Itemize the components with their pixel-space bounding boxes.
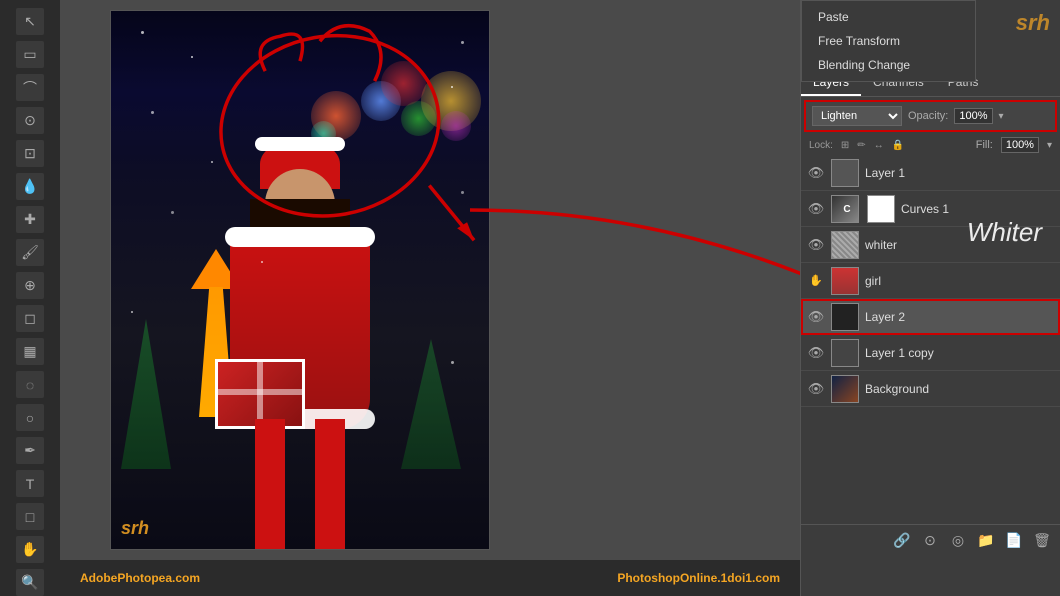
layer-name-layer1copy: Layer 1 copy	[865, 346, 1054, 360]
move-tool[interactable]: ↖	[16, 8, 44, 35]
new-layer-icon[interactable]: 📄	[1004, 531, 1024, 551]
fill-value[interactable]: 100%	[1001, 137, 1039, 153]
new-group-icon[interactable]: 📁	[976, 531, 996, 551]
right-panel: Paste Free Transform Blending Change Lay…	[800, 0, 1060, 596]
layers-panel: Layers Channels Paths Lighten Normal Mul…	[801, 68, 1060, 556]
lock-transparent-icon[interactable]: ⊞	[841, 140, 849, 151]
text-tool[interactable]: T	[16, 470, 44, 497]
dodge-tool[interactable]: ○	[16, 404, 44, 431]
layer-mask-icon[interactable]: ◎	[948, 531, 968, 551]
layer-eye-layer1[interactable]: 👁	[807, 164, 825, 182]
layer-thumb-layer1copy	[831, 339, 859, 367]
watermark-logo: srh	[121, 518, 149, 539]
pen-tool[interactable]: ✒	[16, 437, 44, 464]
canvas-image[interactable]: srh	[110, 10, 490, 550]
layer-name-background: Background	[865, 382, 1054, 396]
layer-thumb-whiter	[831, 231, 859, 259]
link-layers-icon[interactable]: 🔗	[892, 531, 912, 551]
site-label-left: AdobePhotopea.com	[80, 571, 200, 585]
marquee-tool[interactable]: ▭	[16, 41, 44, 68]
fill-dropdown-arrow[interactable]: ▾	[1047, 140, 1052, 151]
context-menu-free-transform[interactable]: Free Transform	[802, 29, 975, 53]
layer-name-whiter: whiter	[865, 238, 1054, 252]
eraser-tool[interactable]: ◻	[16, 305, 44, 332]
delete-layer-icon[interactable]: 🗑	[1032, 531, 1052, 551]
layer-name-curves1: Curves 1	[901, 202, 1054, 216]
layer-eye-girl[interactable]: ✋	[807, 272, 825, 290]
lock-all-icon[interactable]: 🔒	[892, 140, 904, 151]
layer-thumb-background	[831, 375, 859, 403]
healing-tool[interactable]: ✚	[16, 206, 44, 233]
layer-eye-curves1[interactable]: 👁	[807, 200, 825, 218]
layer-item-layer2[interactable]: 👁 Layer 2	[801, 299, 1060, 335]
clone-tool[interactable]: ⊕	[16, 272, 44, 299]
context-menu-blending-change[interactable]: Blending Change	[802, 53, 975, 77]
layer-list: 👁 Layer 1 👁 C Curves 1 👁 whiter	[801, 155, 1060, 553]
blend-opacity-row: Lighten Normal Multiply Screen Overlay O…	[808, 104, 1053, 128]
canvas-area: srh	[60, 0, 800, 560]
layer-thumb-layer2	[831, 303, 859, 331]
lock-position-icon[interactable]: ↔	[874, 140, 884, 151]
layer-name-layer1: Layer 1	[865, 166, 1054, 180]
lock-image-icon[interactable]: ✏	[857, 140, 865, 151]
context-menu-paste[interactable]: Paste	[802, 5, 975, 29]
context-menu: Paste Free Transform Blending Change	[801, 0, 976, 82]
layer-style-icon[interactable]: ⊙	[920, 531, 940, 551]
opacity-dropdown-arrow[interactable]: ▾	[999, 111, 1004, 122]
lasso-tool[interactable]: ⌒	[16, 74, 44, 101]
eyedropper-tool[interactable]: 💧	[16, 173, 44, 200]
blend-mode-section: Lighten Normal Multiply Screen Overlay O…	[804, 100, 1057, 132]
layer-item-curves1[interactable]: 👁 C Curves 1	[801, 191, 1060, 227]
bottom-bar: AdobePhotopea.com PhotoshopOnline.1doi1.…	[60, 560, 800, 596]
layer-thumb-curves1-mask	[867, 195, 895, 223]
layer-item-whiter[interactable]: 👁 whiter	[801, 227, 1060, 263]
layer-thumb-curves1: C	[831, 195, 859, 223]
layer-eye-background[interactable]: 👁	[807, 380, 825, 398]
layer-thumb-layer1	[831, 159, 859, 187]
layer-item-layer1[interactable]: 👁 Layer 1	[801, 155, 1060, 191]
crop-tool[interactable]: ⊡	[16, 140, 44, 167]
site-label-right: PhotoshopOnline.1doi1.com	[617, 571, 780, 585]
left-toolbar: ↖ ▭ ⌒ ⊙ ⊡ 💧 ✚ 🖌 ⊕ ◻ ▦ ◌ ○ ✒ T □ ✋ 🔍	[0, 0, 60, 596]
layer-name-layer2: Layer 2	[865, 310, 1054, 324]
app-logo: srh	[1016, 10, 1050, 36]
logo-text: srh	[121, 518, 149, 538]
gradient-tool[interactable]: ▦	[16, 338, 44, 365]
blend-mode-select[interactable]: Lighten Normal Multiply Screen Overlay	[812, 106, 902, 126]
quick-select-tool[interactable]: ⊙	[16, 107, 44, 134]
photo-background	[111, 11, 489, 549]
opacity-label: Opacity:	[908, 110, 948, 122]
shape-tool[interactable]: □	[16, 503, 44, 530]
panel-bottom-bar: 🔗 ⊙ ◎ 📁 📄 🗑	[801, 524, 1060, 556]
lock-label: Lock:	[809, 140, 833, 151]
layer-eye-layer1copy[interactable]: 👁	[807, 344, 825, 362]
brush-tool[interactable]: 🖌	[16, 239, 44, 266]
lock-row: Lock: ⊞ ✏ ↔ 🔒 Fill: 100% ▾	[801, 135, 1060, 155]
fill-label: Fill:	[976, 139, 993, 151]
layer-thumb-girl	[831, 267, 859, 295]
layer-eye-layer2[interactable]: 👁	[807, 308, 825, 326]
opacity-value[interactable]: 100%	[954, 108, 992, 124]
layer-eye-whiter[interactable]: 👁	[807, 236, 825, 254]
layer-item-girl[interactable]: ✋ girl	[801, 263, 1060, 299]
layer-item-background[interactable]: 👁 Background	[801, 371, 1060, 407]
blur-tool[interactable]: ◌	[16, 371, 44, 398]
layer-name-girl: girl	[865, 274, 1054, 288]
layer-item-layer1copy[interactable]: 👁 Layer 1 copy	[801, 335, 1060, 371]
zoom-tool[interactable]: 🔍	[16, 569, 44, 596]
hand-tool[interactable]: ✋	[16, 536, 44, 563]
